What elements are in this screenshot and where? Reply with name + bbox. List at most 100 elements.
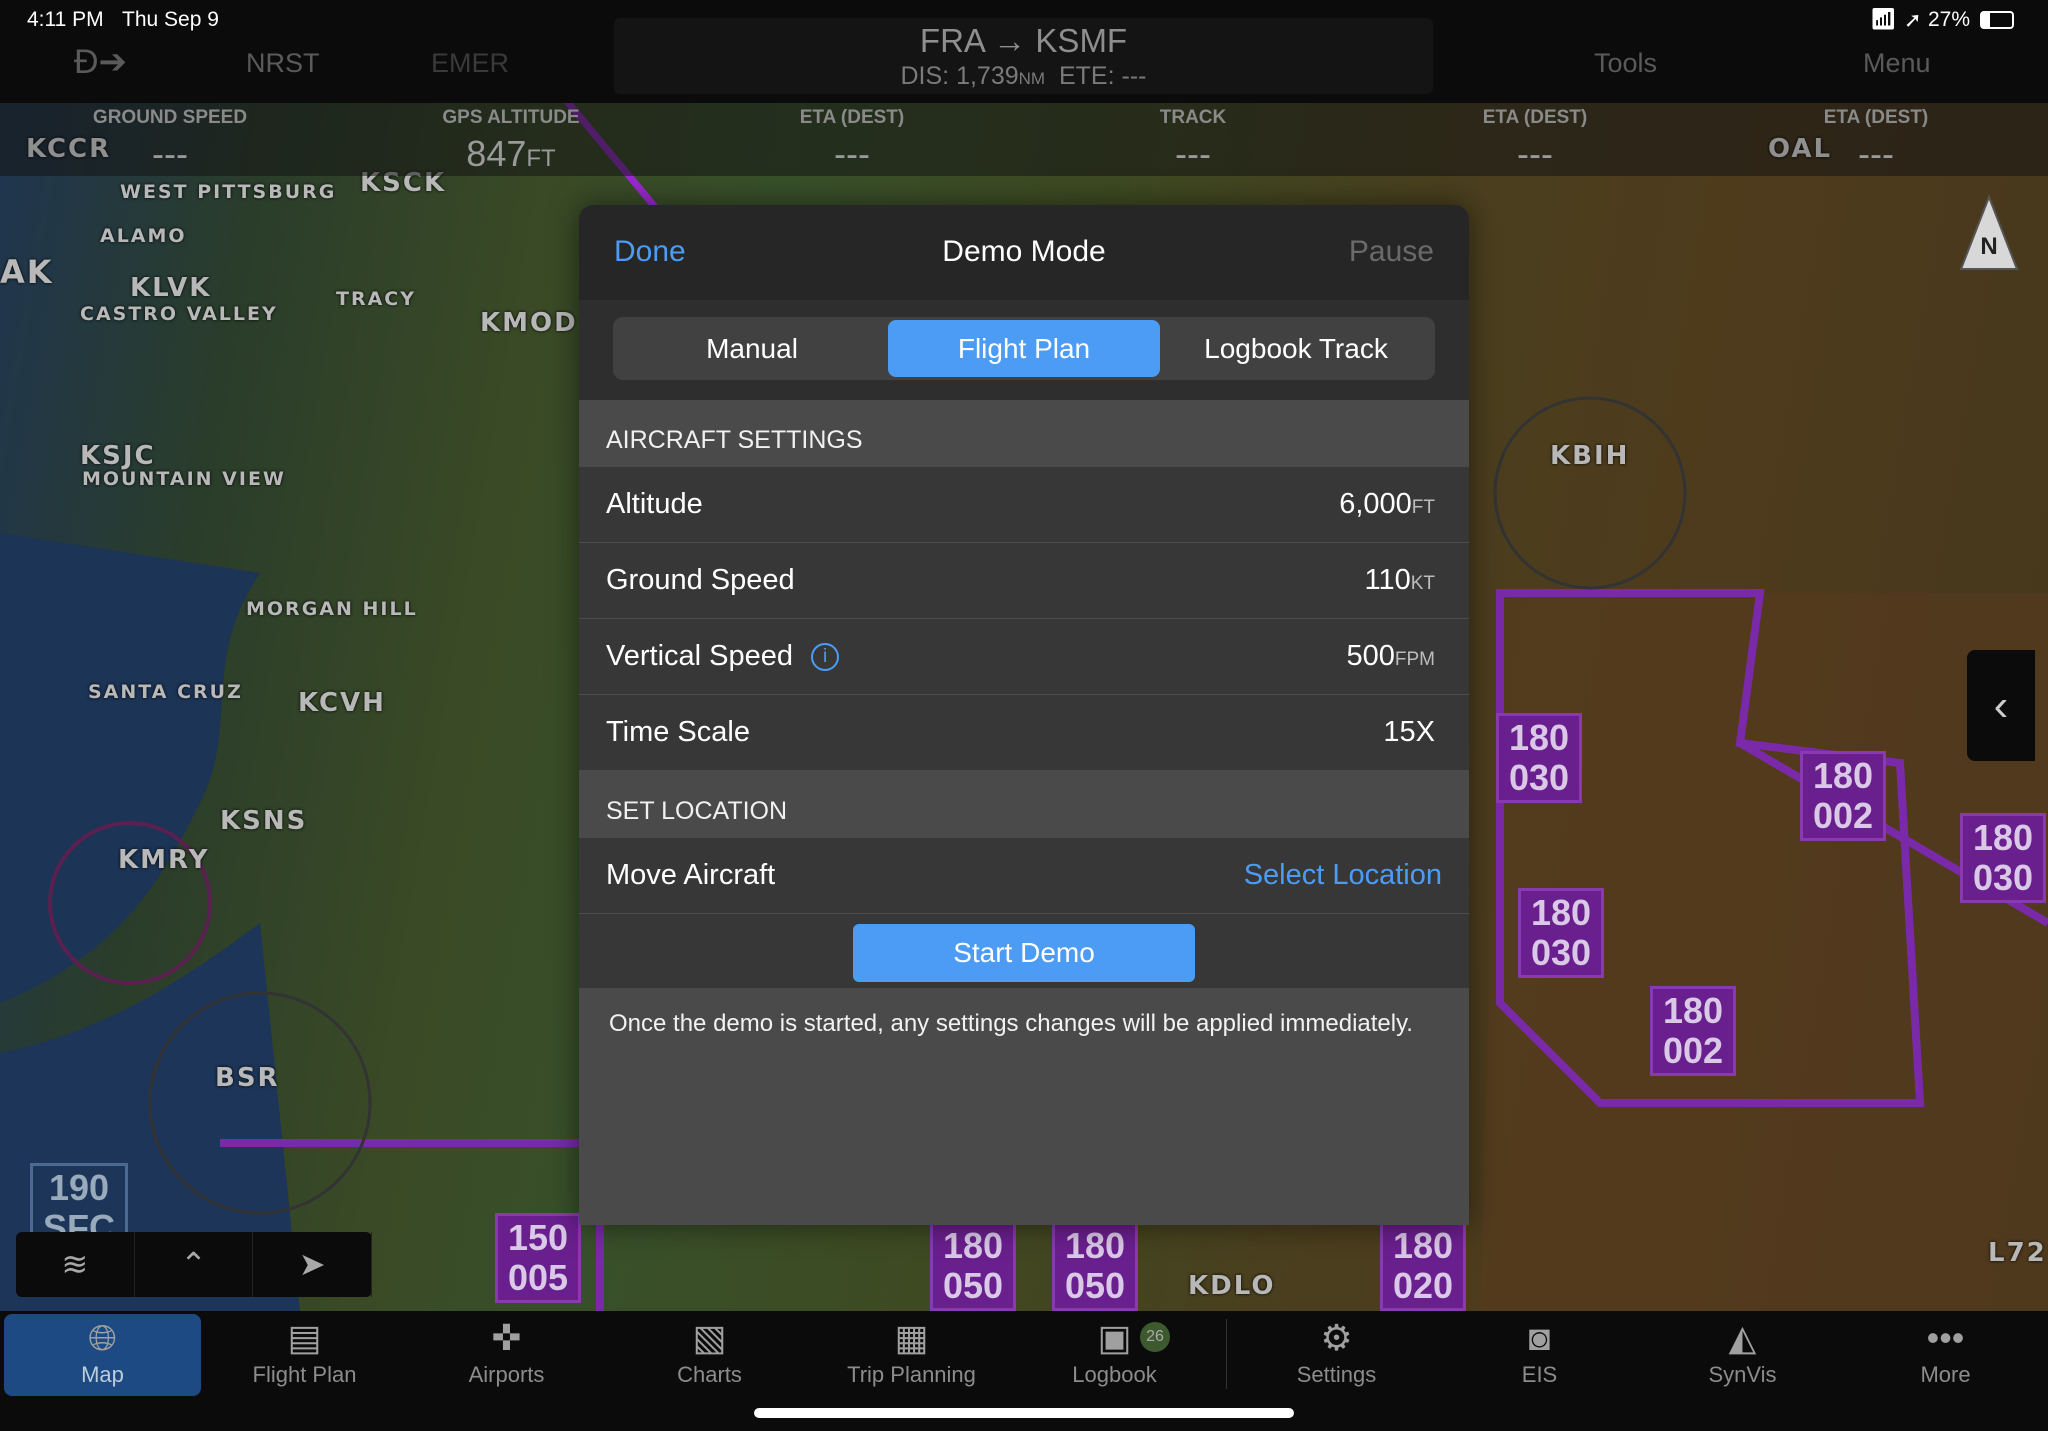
segment-manual[interactable]: Manual <box>616 320 888 377</box>
map-controls: ≋ ⌃ ➤ <box>16 1232 373 1297</box>
more-icon: ••• <box>1926 1317 1965 1358</box>
data-cell-eta-dest[interactable]: ETA (DEST) --- <box>1746 107 2006 175</box>
tab-charts[interactable]: ▧ Charts <box>611 1314 808 1396</box>
row-value: 15X <box>1383 716 1435 748</box>
section-header-set-location: SET LOCATION <box>579 771 1469 838</box>
logbook-badge: 26 <box>1140 1322 1170 1352</box>
segment-logbook-track[interactable]: Logbook Track <box>1160 320 1432 377</box>
moa-box: 180 020 <box>1380 1221 1467 1311</box>
data-cell-ground-speed[interactable]: GROUND SPEED --- <box>40 107 300 175</box>
wifi-icon: 📶︎ <box>1870 8 1897 31</box>
map-label: BSR <box>215 1063 280 1093</box>
map-label: KCVH <box>298 688 386 718</box>
home-indicator <box>754 1408 1294 1418</box>
tab-trip-planning[interactable]: ▦ Trip Planning <box>813 1314 1010 1396</box>
row-label: Vertical Speed i <box>606 640 840 673</box>
row-ground-speed[interactable]: Ground Speed 110KT <box>579 543 1469 619</box>
segment-flight-plan[interactable]: Flight Plan <box>888 320 1160 377</box>
map-label: ALAMO <box>100 225 187 247</box>
row-value: 500FPM <box>1346 640 1436 672</box>
map-label: AK <box>0 253 54 291</box>
tab-eis[interactable]: ◙ EIS <box>1441 1314 1638 1396</box>
moa-box: 150 005 <box>495 1213 582 1303</box>
select-location-link[interactable]: Select Location <box>1244 859 1442 892</box>
start-demo-area: Start Demo <box>579 914 1469 988</box>
data-cell-gps-altitude[interactable]: GPS ALTITUDE 847FT <box>381 107 641 175</box>
route-title: FRA → KSMF <box>919 22 1128 59</box>
map-label: KMOD <box>480 308 578 338</box>
info-icon[interactable]: i <box>811 643 840 672</box>
data-cell-eta-dest[interactable]: ETA (DEST) --- <box>722 107 982 175</box>
charts-icon: ▧ <box>692 1317 727 1358</box>
battery-percent: 27% <box>1928 8 1971 31</box>
globe-icon: 🌐︎ <box>88 1317 117 1358</box>
tab-logbook[interactable]: ▣ Logbook 26 <box>1016 1314 1213 1396</box>
tab-more[interactable]: ••• More <box>1847 1314 2044 1396</box>
nrst-button[interactable]: NRST <box>246 48 320 79</box>
tab-map[interactable]: 🌐︎ Map <box>4 1314 201 1396</box>
pause-button[interactable]: Pause <box>1349 235 1434 269</box>
row-time-scale[interactable]: Time Scale 15X <box>579 695 1469 771</box>
layers-icon[interactable]: ≋ <box>16 1232 135 1297</box>
moa-box: 180 050 <box>930 1221 1017 1311</box>
route-summary[interactable]: FRA → KSMF DIS: 1,739NM ETE: --- <box>614 18 1433 94</box>
compass-icon[interactable]: N <box>1957 193 2021 273</box>
profile-icon[interactable]: ⌃ <box>135 1232 254 1297</box>
map-label: KLVK <box>130 273 212 303</box>
data-cell-track[interactable]: TRACK --- <box>1063 107 1323 175</box>
row-label: Altitude <box>606 488 703 520</box>
row-label: Ground Speed <box>606 564 795 596</box>
row-value: 110KT <box>1364 564 1435 596</box>
data-strip: GROUND SPEED --- GPS ALTITUDE 847FT ETA (D… <box>0 103 2048 176</box>
map-label: KMRY <box>118 845 210 875</box>
tab-flight-plan[interactable]: ▤ Flight Plan <box>206 1314 403 1396</box>
moa-box: 180 030 <box>1518 888 1605 978</box>
tab-settings[interactable]: ⚙ Settings <box>1238 1314 1435 1396</box>
status-date: Thu Sep 9 <box>122 8 219 31</box>
airport-icon: ✜ <box>491 1317 522 1358</box>
data-cell-eta-dest[interactable]: ETA (DEST) --- <box>1405 107 1665 175</box>
start-demo-button[interactable]: Start Demo <box>853 924 1195 982</box>
emer-button[interactable]: EMER <box>431 48 509 79</box>
map-label: L72 <box>1988 1238 2047 1268</box>
map-label: MOUNTAIN VIEW <box>82 468 286 490</box>
battery-icon <box>1980 11 2014 29</box>
done-button[interactable]: Done <box>614 235 686 269</box>
flight-plan-icon: ▤ <box>287 1317 322 1358</box>
map-label: MORGAN HILL <box>246 598 418 620</box>
top-bar: 4:11 PM Thu Sep 9 📶︎ ➚ 27% Ð➔ NRST EMER … <box>0 0 2048 103</box>
moa-box: 180 002 <box>1800 751 1887 841</box>
tools-button[interactable]: Tools <box>1594 48 1657 79</box>
moa-box: 180 002 <box>1650 986 1737 1076</box>
map-label: KSJC <box>80 441 156 471</box>
section-header-aircraft-settings: AIRCRAFT SETTINGS <box>579 400 1469 467</box>
map-label: KSNS <box>220 806 308 836</box>
row-label: Move Aircraft <box>606 859 776 891</box>
gear-icon: ⚙ <box>1320 1317 1353 1358</box>
map-label: KBIH <box>1550 441 1630 471</box>
moa-box: 180 050 <box>1052 1221 1139 1311</box>
map-label: KDLO <box>1188 1271 1276 1301</box>
row-altitude[interactable]: Altitude 6,000FT <box>579 467 1469 543</box>
demo-mode-dialog: Done Demo Mode Pause Manual Flight Plan … <box>579 205 1469 1225</box>
trip-planning-icon: ▦ <box>894 1317 929 1358</box>
synvis-icon: ◭ <box>1728 1317 1757 1358</box>
route-distance: DIS: 1,739NM ETE: --- <box>900 62 1147 90</box>
map-label: TRACY <box>336 288 416 310</box>
mode-segmented-control: Manual Flight Plan Logbook Track <box>613 317 1435 380</box>
row-value: 6,000FT <box>1339 488 1435 520</box>
dialog-title: Demo Mode <box>942 235 1106 268</box>
location-arrow-icon: ➚ <box>1904 9 1922 32</box>
track-up-icon[interactable]: ➤ <box>253 1232 373 1297</box>
segment-area: Manual Flight Plan Logbook Track <box>579 300 1469 400</box>
side-panel-chevron-left-icon[interactable]: ‹ <box>1967 650 2035 761</box>
dialog-header: Done Demo Mode Pause <box>579 205 1469 300</box>
row-vertical-speed[interactable]: Vertical Speed i 500FPM <box>579 619 1469 695</box>
status-time: 4:11 PM <box>27 8 104 31</box>
direct-to-icon[interactable]: Ð➔ <box>74 42 127 82</box>
row-label: Time Scale <box>606 716 750 748</box>
menu-button[interactable]: Menu <box>1863 48 1931 79</box>
tab-airports[interactable]: ✜ Airports <box>408 1314 605 1396</box>
tab-synvis[interactable]: ◭ SynVis <box>1644 1314 1841 1396</box>
moa-box: 180 030 <box>1496 713 1583 803</box>
